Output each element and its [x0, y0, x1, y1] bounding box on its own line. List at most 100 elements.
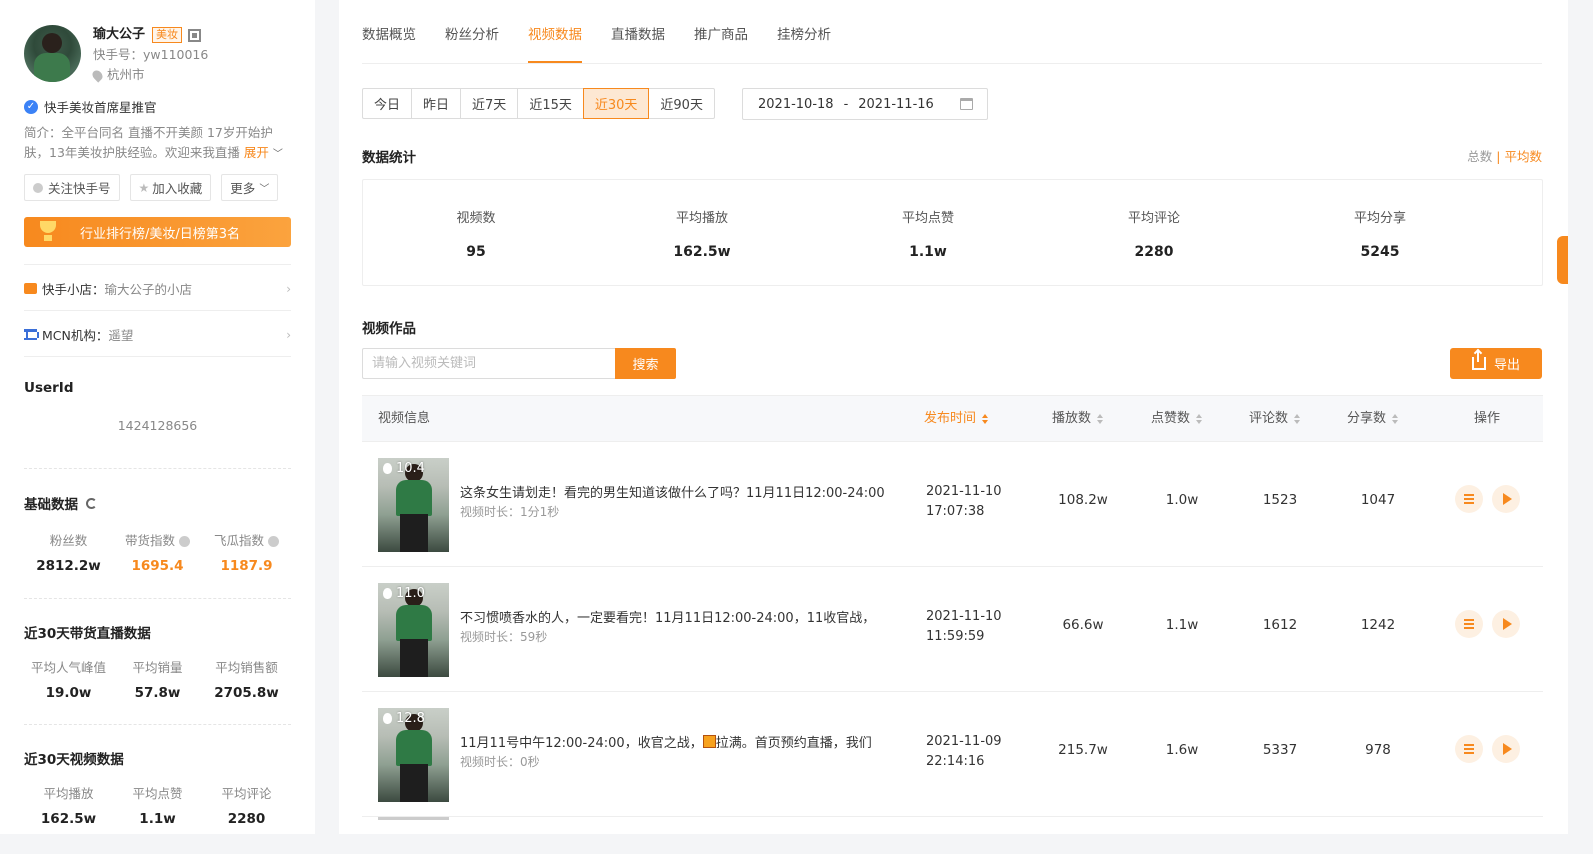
mcn-link[interactable]: MCN机构： 遥望 ›	[24, 325, 291, 344]
live-data-stats: 平均人气峰值 19.0w 平均销量 57.8w 平均销售额 2705.8w	[24, 659, 291, 701]
tab-live-data[interactable]: 直播数据	[611, 0, 665, 63]
col-label: 播放数	[1052, 411, 1092, 426]
row-actions	[1455, 610, 1520, 638]
range-90d[interactable]: 近90天	[648, 88, 715, 119]
col-plays[interactable]: 播放数	[1052, 396, 1104, 441]
table-header: 视频信息 发布时间 播放数 点赞数 评论数 分享数 操作	[362, 395, 1543, 442]
publish-time: 2021-11-09 22:14:16	[926, 732, 1002, 771]
video-thumbnail[interactable]: 10.4	[378, 458, 449, 552]
range-today[interactable]: 今日	[362, 88, 413, 119]
table-row: 11.0 不习惯喷香水的人，一定要看完！11月11日12:00-24:00，11…	[362, 567, 1543, 692]
stat-label: 平均点赞	[132, 786, 183, 801]
date-separator: -	[843, 96, 849, 112]
summary-avg-share: 平均分享 5245	[1267, 180, 1493, 285]
shop-label: 快手小店：	[42, 282, 105, 297]
stats-summary: 视频数 95 平均播放 162.5w 平均点赞 1.1w 平均评论 2280 平…	[362, 179, 1543, 286]
tab-products[interactable]: 推广商品	[694, 0, 748, 63]
divider	[24, 310, 291, 311]
tab-fans[interactable]: 粉丝分析	[445, 0, 499, 63]
publish-time: 2021-11-10 11:59:59	[926, 607, 1002, 646]
summary-label: 平均点赞	[901, 211, 954, 226]
flame-icon	[383, 588, 392, 599]
video-search-input[interactable]	[362, 348, 615, 379]
detail-list-icon[interactable]	[1455, 610, 1483, 638]
help-icon[interactable]	[179, 535, 190, 547]
divider	[24, 724, 291, 725]
shares-value: 1242	[1360, 617, 1396, 633]
video-thumbnail[interactable]: 12.8	[378, 708, 449, 802]
stat-value: 2280	[227, 811, 266, 827]
publish-date: 2021-11-10	[926, 484, 1002, 499]
date-range-picker[interactable]: 2021-10-18 - 2021-11-16	[742, 88, 988, 120]
basic-data-title-text: 基础数据	[24, 497, 78, 513]
qrcode-icon[interactable]	[188, 28, 202, 42]
publish-date: 2021-11-10	[926, 609, 1002, 624]
follow-button[interactable]: 关注快手号	[24, 174, 120, 201]
shop-icon	[24, 283, 37, 294]
stats-section-title: 数据统计	[362, 150, 416, 166]
floating-side-tab[interactable]	[1557, 236, 1568, 284]
profile-actions: 关注快手号 ★ 加入收藏 更多 ﹀	[24, 174, 279, 201]
profile-intro: 简介：全平台同名 直播不开美颜 17岁开始护肤，13年美妆护肤经验。欢迎来我直播…	[24, 123, 292, 165]
live-data-title: 近30天带货直播数据	[24, 626, 151, 642]
summary-value: 5245	[1360, 244, 1400, 260]
tab-overview[interactable]: 数据概览	[362, 0, 416, 63]
col-video-info: 视频信息	[378, 411, 431, 426]
more-button[interactable]: 更多 ﹀	[221, 174, 279, 201]
help-icon[interactable]	[268, 535, 279, 547]
divider	[24, 598, 291, 599]
likes-value: 1.1w	[1165, 617, 1199, 633]
video-thumbnail[interactable]: 11.0	[378, 583, 449, 677]
video-data-stats: 平均播放 162.5w 平均点赞 1.1w 平均评论 2280	[24, 785, 291, 827]
video-title[interactable]: 不习惯喷香水的人，一定要看完！11月11日12:00-24:00，11收官战，	[460, 607, 905, 626]
range-yesterday[interactable]: 昨日	[411, 88, 462, 119]
favorite-button[interactable]: ★ 加入收藏	[129, 174, 212, 201]
shop-link[interactable]: 快手小店： 瑜大公子的小店 ›	[24, 279, 291, 298]
refresh-icon[interactable]	[86, 497, 97, 509]
stat-label: 平均销量	[132, 660, 183, 675]
divider	[24, 468, 291, 469]
stat-avg-play: 平均播放 162.5w	[24, 785, 113, 827]
table-row: 10.4 这条女生请划走！看完的男生知道该做什么了吗？11月11日12:00-2…	[362, 442, 1543, 567]
profile-sidebar: 瑜大公子 美妆 快手号：yw110016 杭州市 ✓ 快手美妆首席星推官 简介：…	[0, 0, 315, 834]
col-comments[interactable]: 评论数	[1249, 396, 1301, 441]
play-icon[interactable]	[1492, 735, 1520, 763]
col-likes[interactable]: 点赞数	[1151, 396, 1203, 441]
video-title[interactable]: 11月11号中午12:00-24:00，收官之战， 拉满。首页预约直播，我们	[460, 732, 905, 751]
range-7d[interactable]: 近7天	[460, 88, 519, 119]
calendar-icon[interactable]	[960, 98, 973, 110]
play-icon[interactable]	[1492, 610, 1520, 638]
export-button[interactable]: 导出	[1450, 348, 1542, 379]
col-label: 分享数	[1347, 411, 1387, 426]
summary-avg-comment: 平均评论 2280	[1041, 180, 1267, 285]
favorite-label: 加入收藏	[152, 181, 203, 196]
tab-rank-analysis[interactable]: 挂榜分析	[777, 0, 831, 63]
range-15d[interactable]: 近15天	[517, 88, 584, 119]
toggle-total[interactable]: 总数	[1467, 149, 1492, 164]
detail-list-icon[interactable]	[1455, 735, 1483, 763]
play-icon[interactable]	[1492, 485, 1520, 513]
expand-link[interactable]: 展开 ﹀	[244, 145, 283, 160]
stat-value: 162.5w	[40, 811, 97, 827]
video-title[interactable]: 这条女生请划走！看完的男生知道该做什么了吗？11月11日12:00-24:00	[460, 482, 905, 501]
more-label: 更多	[230, 181, 256, 196]
stat-value: 1.1w	[139, 811, 176, 827]
tab-video-data[interactable]: 视频数据	[528, 0, 582, 63]
stat-avg-like: 平均点赞 1.1w	[113, 785, 202, 827]
stat-label: 飞瓜指数	[213, 533, 264, 548]
rank-banner[interactable]: 行业排行榜/美妆/日榜第3名	[24, 217, 291, 247]
date-start[interactable]: 2021-10-18	[758, 97, 834, 112]
col-shares[interactable]: 分享数	[1347, 396, 1399, 441]
toggle-average[interactable]: 平均数	[1504, 149, 1542, 164]
detail-list-icon[interactable]	[1455, 485, 1483, 513]
summary-value: 95	[466, 244, 486, 260]
basic-data-stats: 粉丝数 2812.2w 带货指数 1695.4 飞瓜指数 1187.9	[24, 532, 291, 574]
follow-label: 关注快手号	[48, 181, 111, 196]
avatar[interactable]	[24, 25, 81, 82]
stat-value: 19.0w	[45, 685, 92, 701]
comments-value: 1612	[1262, 617, 1298, 633]
range-30d[interactable]: 近30天	[582, 88, 650, 119]
search-button[interactable]: 搜索	[615, 348, 676, 379]
col-publish-time[interactable]: 发布时间	[924, 396, 989, 441]
date-end[interactable]: 2021-11-16	[858, 97, 934, 112]
